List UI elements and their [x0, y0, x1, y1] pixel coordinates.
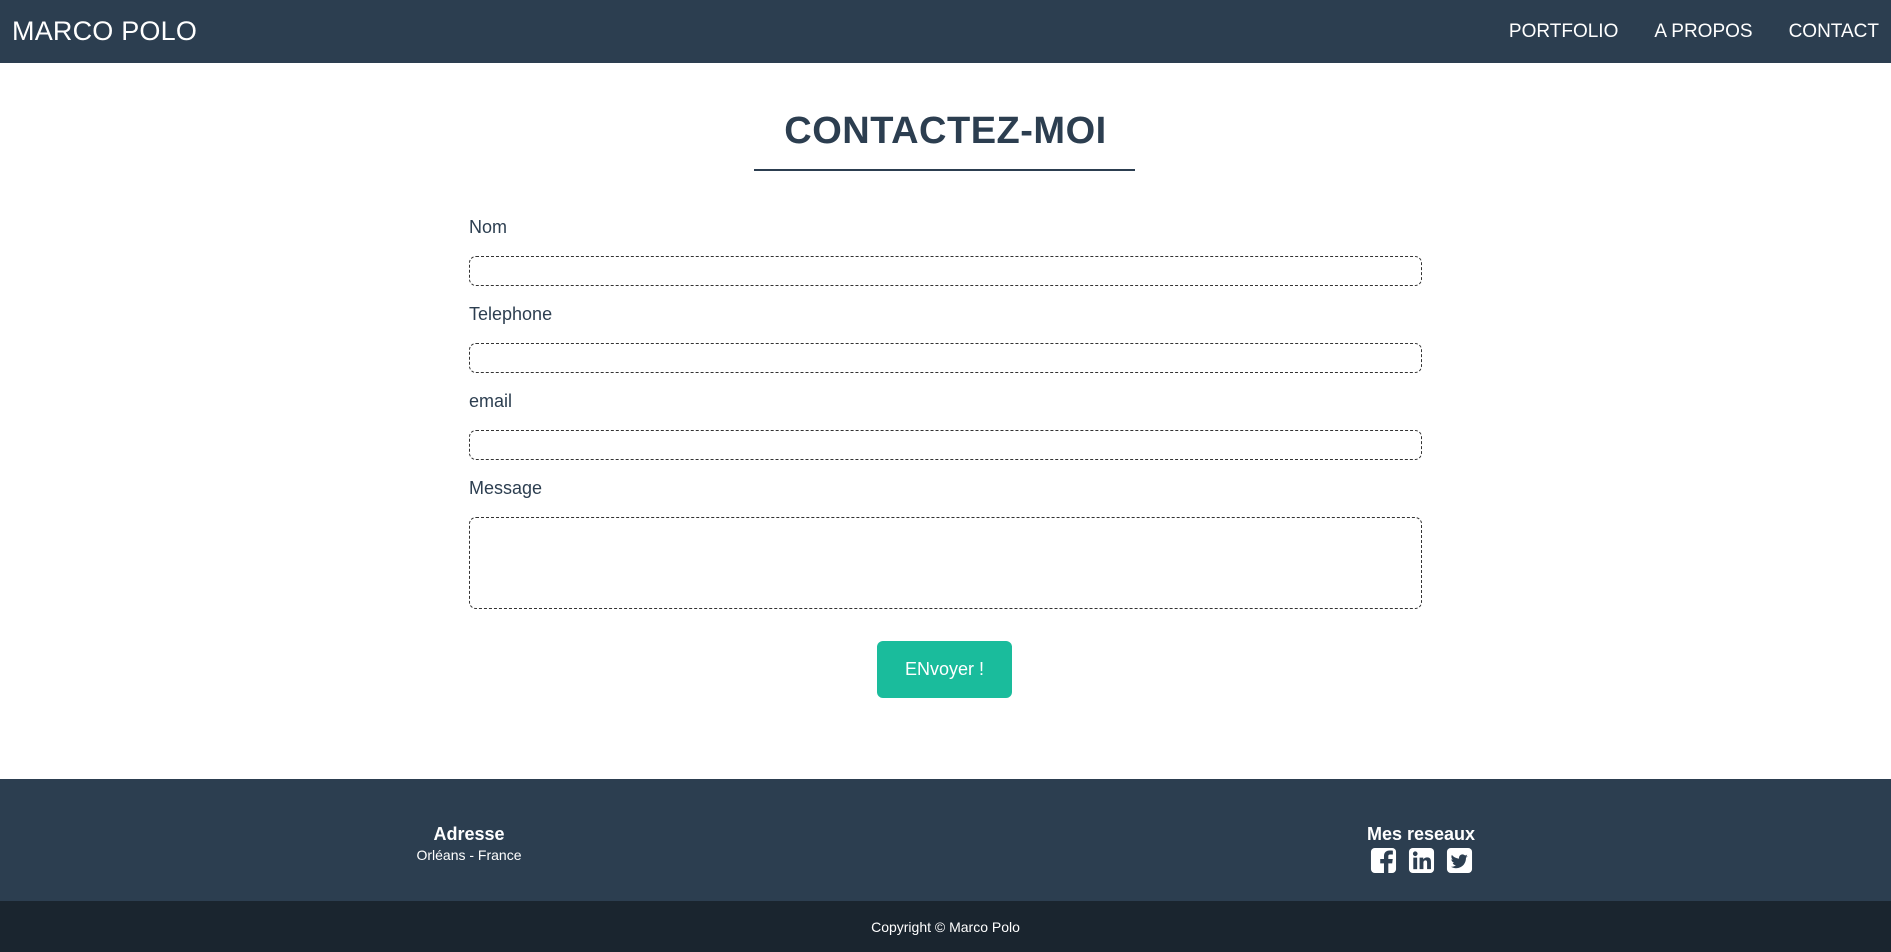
submit-button[interactable]: ENvoyer ! [877, 641, 1012, 698]
copyright-text: Copyright © Marco Polo [871, 918, 1020, 935]
address-heading: Adresse [433, 824, 505, 844]
social-heading: Mes reseaux [1366, 824, 1476, 844]
social-links [1321, 847, 1521, 874]
brand-link[interactable]: MARCO POLO [12, 16, 197, 47]
twitter-link[interactable] [1446, 847, 1473, 874]
name-label: Nom [469, 217, 508, 237]
copyright-bar: Copyright © Marco Polo [0, 901, 1891, 952]
nav-link-contact[interactable]: CONTACT [1789, 21, 1879, 43]
address-text: Orléans - France [416, 847, 522, 863]
message-label: Message [469, 478, 543, 498]
navbar: MARCO POLO PORTFOLIO A PROPOS CONTACT [0, 0, 1891, 63]
telephone-field[interactable] [469, 343, 1422, 373]
page-title: CONTACTEZ-MOI [784, 110, 1107, 152]
title-divider [754, 169, 1135, 171]
email-field[interactable] [469, 430, 1422, 460]
footer-address: Adresse Orléans - France [369, 824, 569, 863]
name-field[interactable] [469, 256, 1422, 286]
footer-social: Mes reseaux [1321, 824, 1521, 874]
footer: Adresse Orléans - France Mes reseaux [0, 779, 1891, 901]
nav-menu: PORTFOLIO A PROPOS CONTACT [1473, 21, 1879, 43]
facebook-link[interactable] [1370, 847, 1397, 874]
message-field[interactable] [469, 517, 1422, 609]
twitter-icon [1446, 847, 1472, 874]
linkedin-icon [1408, 847, 1434, 874]
facebook-icon [1370, 847, 1396, 874]
contact-section: CONTACTEZ-MOI Nom Telephone email Messag… [0, 63, 1891, 779]
telephone-label: Telephone [469, 304, 553, 324]
nav-link-a-propos[interactable]: A PROPOS [1654, 21, 1752, 43]
linkedin-link[interactable] [1408, 847, 1435, 874]
nav-link-portfolio[interactable]: PORTFOLIO [1509, 21, 1618, 43]
email-label: email [469, 391, 513, 411]
